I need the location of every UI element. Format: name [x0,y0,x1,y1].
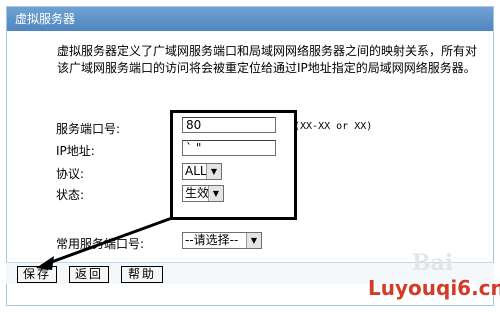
site-watermark: Luyouqi6.cn [368,276,500,300]
baidu-watermark: Bai [412,250,454,276]
